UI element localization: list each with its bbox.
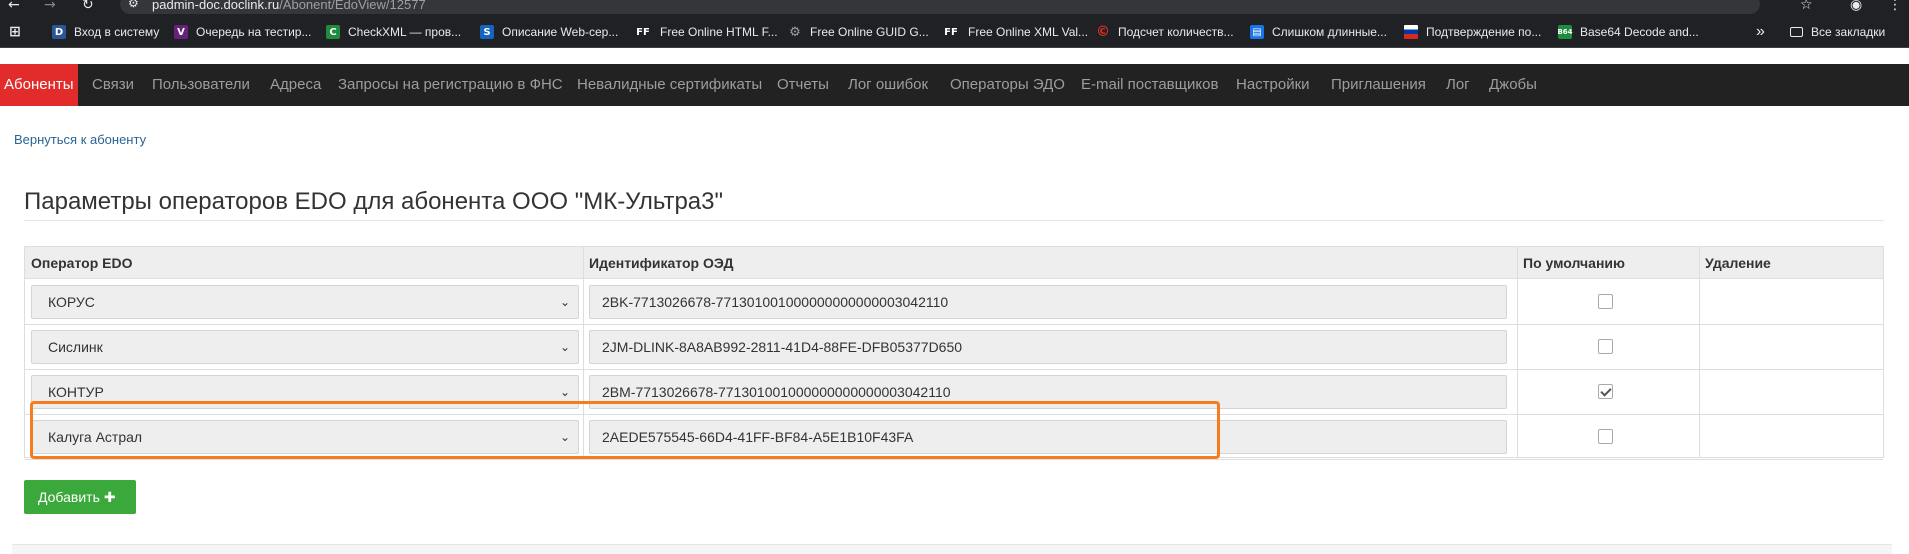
footer — [12, 545, 1892, 554]
nav-item-supplier-emails[interactable]: E-mail поставщиков — [1081, 64, 1218, 106]
freeformatter-icon: FF — [942, 25, 960, 39]
operator-id-input[interactable]: 2BK-7713026678-7713010010000000000000030… — [589, 285, 1507, 319]
apps-grid-icon[interactable]: ⊞ — [8, 23, 30, 41]
bookmarks-bar: ⊞ D Вход в систему V Очередь на тестир..… — [0, 14, 1909, 48]
nav-item-abonenty[interactable]: Абоненты — [0, 64, 78, 106]
nav-item-svyazi[interactable]: Связи — [92, 64, 134, 106]
bookmark-item[interactable]: FF Free Online HTML F... — [634, 23, 778, 41]
operator-select[interactable]: Сислинк ⌄ — [31, 330, 579, 364]
reload-icon[interactable]: ↻ — [82, 0, 94, 13]
col-header-delete: Удаление — [1705, 255, 1771, 271]
nav-item-error-log[interactable]: Лог ошибок — [848, 64, 928, 106]
checkxml-icon: C — [326, 25, 340, 39]
back-to-abonent-link[interactable]: Вернуться к абоненту — [14, 132, 146, 147]
freeformatter-icon: FF — [634, 25, 652, 39]
default-checkbox[interactable] — [1598, 384, 1613, 399]
nav-item-settings[interactable]: Настройки — [1236, 64, 1310, 106]
russia-flag-icon — [1404, 25, 1418, 39]
copyright-icon: © — [1096, 24, 1110, 40]
nav-item-edo-operators[interactable]: Операторы ЭДО — [950, 64, 1065, 106]
page-title: Параметры операторов EDO для абонента ОО… — [24, 188, 724, 215]
page-icon: ▤ — [1250, 25, 1264, 39]
highlight-annotation-box — [30, 401, 1220, 459]
main-navbar: Абоненты Связи Пользователи Адреса Запро… — [0, 64, 1909, 106]
nav-item-jobs[interactable]: Джобы — [1489, 64, 1537, 106]
plus-icon: ✚ — [103, 490, 116, 506]
web-service-icon: S — [480, 25, 494, 39]
nav-item-reports[interactable]: Отчеты — [777, 64, 829, 106]
operator-select[interactable]: КОРУС ⌄ — [31, 285, 579, 319]
col-header-operator: Оператор EDO — [31, 255, 133, 271]
table-row: КОРУС ⌄ 2BK-7713026678-771301001000000000… — [25, 280, 1883, 325]
bookmark-star-icon[interactable]: ☆ — [1800, 0, 1813, 13]
default-checkbox[interactable] — [1598, 294, 1613, 309]
default-checkbox[interactable] — [1598, 429, 1613, 444]
doclink-icon: D — [52, 25, 66, 39]
bookmark-item[interactable]: ⚙ Free Online GUID G... — [788, 23, 929, 41]
nav-item-invalid-certs[interactable]: Невалидные сертификаты — [577, 64, 762, 106]
table-header: Оператор EDO Идентификатор ОЭД По умолча… — [25, 247, 1883, 279]
column-divider — [1517, 247, 1518, 457]
browser-address-bar: ← → ↻ ⚙ padmin-doc.doclink.ru/Abonent/Ed… — [0, 0, 1909, 14]
bookmark-item[interactable]: ▤ Слишком длинные... — [1250, 23, 1387, 41]
chevron-down-icon: ⌄ — [559, 295, 570, 309]
add-button[interactable]: Добавить ✚ — [24, 480, 136, 514]
profile-icon[interactable]: ◉ — [1850, 0, 1862, 13]
operator-id-input[interactable]: 2JM-DLINK-8A8AB992-2811-41D4-88FE-DFB053… — [589, 330, 1507, 364]
site-info-icon[interactable]: ⚙ — [128, 0, 139, 10]
url-text[interactable]: padmin-doc.doclink.ru/Abonent/EdoView/12… — [152, 0, 426, 12]
more-bookmarks-chevron-icon[interactable]: » — [1756, 23, 1765, 41]
nav-item-users[interactable]: Пользователи — [152, 64, 250, 106]
folder-icon — [1790, 27, 1803, 37]
column-divider — [1699, 247, 1700, 457]
default-checkbox[interactable] — [1598, 339, 1613, 354]
table-row: Сислинк ⌄ 2JM-DLINK-8A8AB992-2811-41D4-88… — [25, 325, 1883, 370]
title-divider — [24, 220, 1884, 221]
bookmark-item[interactable]: C CheckXML — пров... — [326, 23, 461, 41]
guid-gear-icon: ⚙ — [789, 24, 801, 40]
chevron-down-icon: ⌄ — [559, 340, 570, 354]
bookmark-item[interactable]: © Подсчет количеств... — [1096, 23, 1234, 41]
nav-item-fns-requests[interactable]: Запросы на регистрацию в ФНС — [338, 64, 563, 106]
base64-icon: B64 — [1557, 25, 1573, 39]
all-bookmarks-button[interactable]: Все закладки — [1790, 23, 1885, 41]
bookmark-item[interactable]: Подтверждение по... — [1404, 23, 1541, 41]
bookmark-item[interactable]: S Описание Web-сер... — [480, 23, 618, 41]
bookmark-item[interactable]: D Вход в систему — [52, 23, 159, 41]
bookmark-item[interactable]: B64 Base64 Decode and... — [1557, 23, 1699, 41]
back-arrow-icon[interactable]: ← — [8, 0, 20, 13]
col-header-default: По умолчанию — [1523, 255, 1625, 271]
bookmark-item[interactable]: V Очередь на тестир... — [174, 23, 311, 41]
nav-item-addresses[interactable]: Адреса — [270, 64, 321, 106]
col-header-identifier: Идентификатор ОЭД — [589, 255, 734, 271]
nav-item-log[interactable]: Лог — [1446, 64, 1470, 106]
bookmark-item[interactable]: FF Free Online XML Val... — [942, 23, 1088, 41]
forward-arrow-icon[interactable]: → — [44, 0, 56, 13]
nav-item-invitations[interactable]: Приглашения — [1331, 64, 1426, 106]
visual-studio-icon: V — [174, 25, 188, 39]
menu-icon[interactable]: ⋮ — [1888, 0, 1902, 13]
